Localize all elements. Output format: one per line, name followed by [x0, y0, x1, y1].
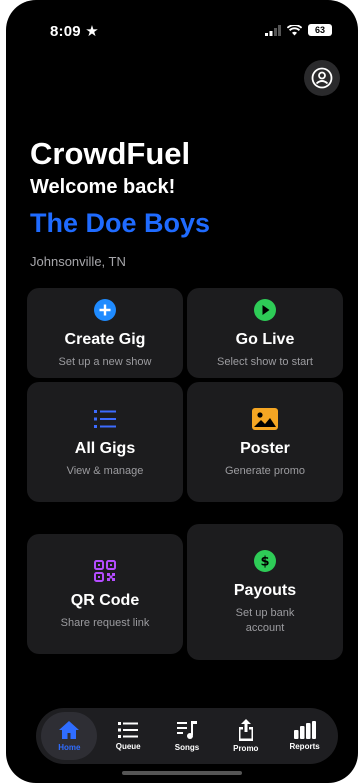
battery-level: 63 — [314, 25, 325, 35]
card-title: Go Live — [235, 330, 295, 348]
svg-text:$: $ — [260, 555, 269, 570]
all-gigs-card[interactable]: All Gigs View & manage — [27, 382, 183, 502]
card-subtitle: View & manage — [66, 464, 144, 477]
battery-icon: 63 — [308, 24, 332, 36]
create-gig-card[interactable]: Create Gig Set up a new show — [27, 288, 183, 378]
tab-queue[interactable]: Queue — [100, 712, 156, 760]
phone-screen: 8:09 ★ 63 CrowdFuel Welcome back! The Do… — [6, 0, 358, 783]
card-title: QR Code — [70, 591, 140, 609]
card-title: Poster — [240, 439, 290, 457]
play-circle-icon — [252, 297, 278, 323]
queue-list-icon — [118, 722, 139, 738]
qr-code-card[interactable]: QR Code Share request link — [27, 534, 183, 654]
payouts-card[interactable]: $ Payouts Set up bank account — [187, 524, 343, 660]
share-icon — [238, 719, 253, 741]
card-title: Payouts — [233, 582, 297, 599]
plus-circle-icon — [92, 297, 118, 323]
tab-home[interactable]: Home — [41, 712, 98, 760]
list-icon — [92, 406, 118, 432]
bottom-tab-bar: Home Queue Songs Promo Reports — [36, 708, 338, 764]
music-note-icon — [176, 721, 197, 739]
bar-chart-icon — [293, 721, 316, 739]
user-circle-icon — [311, 67, 333, 89]
poster-card[interactable]: Poster Generate promo — [187, 382, 343, 502]
home-indicator[interactable] — [122, 771, 242, 775]
card-subtitle: Share request link — [60, 616, 150, 629]
card-title: All Gigs — [74, 439, 136, 457]
band-location: Johnsonville, TN — [30, 254, 126, 269]
card-subtitle: Set up bank account — [235, 607, 295, 634]
tab-label: Queue — [115, 742, 141, 751]
tab-label: Reports — [289, 742, 320, 751]
profile-button[interactable] — [304, 60, 340, 96]
qr-code-icon — [92, 558, 118, 584]
wifi-icon — [287, 24, 302, 35]
home-icon — [59, 721, 80, 739]
card-title: Create Gig — [64, 330, 146, 348]
status-time: 8:09 ★ — [50, 23, 99, 40]
card-subtitle: Generate promo — [224, 464, 306, 477]
go-live-card[interactable]: Go Live Select show to start — [187, 288, 343, 378]
tab-promo[interactable]: Promo — [218, 712, 274, 760]
image-icon — [252, 406, 278, 432]
status-icons: 63 — [265, 24, 332, 36]
card-subtitle: Set up a new show — [58, 355, 152, 368]
action-grid: Create Gig Set up a new show Go Live Sel… — [27, 288, 343, 678]
welcome-text: Welcome back! — [30, 176, 176, 198]
dollar-circle-icon: $ — [252, 548, 278, 574]
tab-label: Songs — [174, 743, 200, 752]
signal-icon — [265, 24, 281, 36]
status-bar: 8:09 ★ 63 — [6, 22, 358, 42]
card-subtitle: Select show to start — [217, 355, 313, 368]
tab-reports[interactable]: Reports — [277, 712, 333, 760]
app-title: CrowdFuel — [30, 136, 191, 171]
tab-label: Promo — [233, 744, 259, 753]
tab-label: Home — [58, 743, 81, 752]
band-name: The Doe Boys — [30, 208, 211, 238]
tab-songs[interactable]: Songs — [159, 712, 215, 760]
